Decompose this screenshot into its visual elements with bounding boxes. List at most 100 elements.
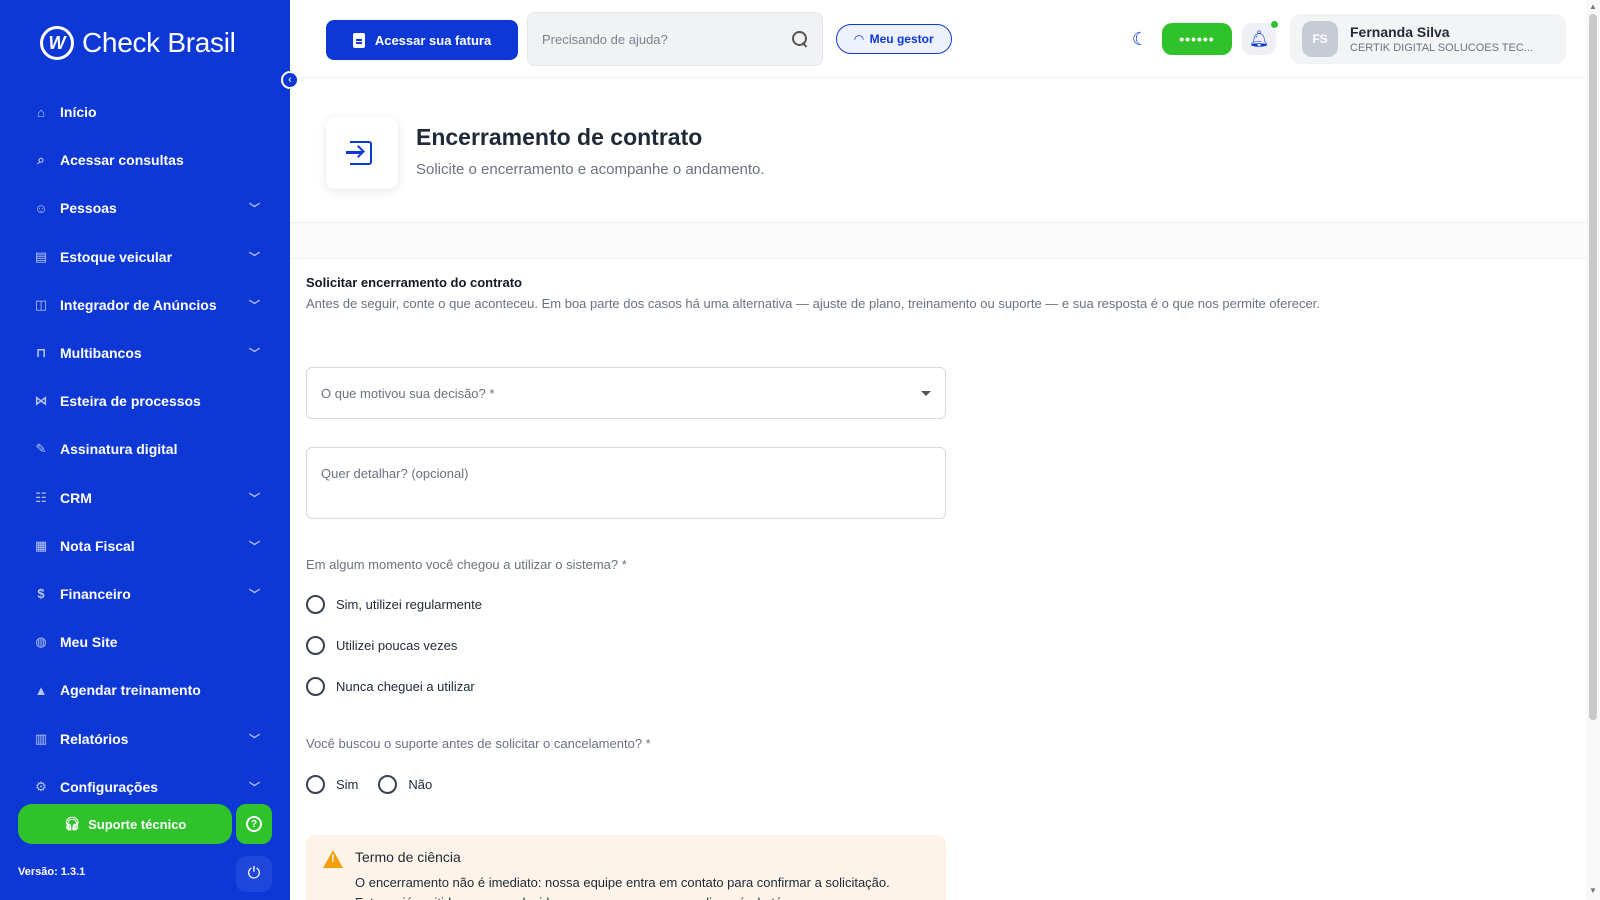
sidebar-item-multibancos[interactable]: ⊓ Multibancos ﹀: [0, 329, 290, 377]
brand-logo[interactable]: W Check Brasil: [40, 26, 236, 60]
document-icon: [352, 32, 365, 48]
radio-button[interactable]: [306, 677, 325, 696]
divider: [290, 223, 1586, 259]
radio-label: Nunca cheguei a utilizar: [336, 679, 475, 694]
scroll-up-arrow-icon[interactable]: ▲: [1589, 2, 1597, 11]
chevron-down-icon: ﹀: [249, 348, 260, 361]
sidebar-item-label: Assinatura digital: [60, 441, 178, 458]
section-title: Solicitar encerramento do contrato: [306, 275, 522, 290]
support-question: Você buscou o suporte antes de solicitar…: [306, 736, 651, 751]
usage-option-never[interactable]: Nunca cheguei a utilizar: [306, 677, 475, 696]
dark-mode-toggle[interactable]: ☾: [1130, 29, 1150, 49]
page-subtitle: Solicite o encerramento e acompanhe o an…: [416, 161, 765, 178]
radio-button[interactable]: [306, 595, 325, 614]
sidebar-item-financeiro[interactable]: $ Financeiro ﹀: [0, 570, 290, 618]
radio-button[interactable]: [378, 775, 398, 794]
gear-icon: ⚙: [35, 778, 47, 794]
chevron-down-icon: ﹀: [249, 540, 260, 553]
logout-button[interactable]: ⏻: [236, 856, 272, 892]
page-icon-box: [326, 117, 398, 189]
chevron-down-icon: ﹀: [249, 733, 260, 746]
page-scrollbar[interactable]: ▲ ▼: [1586, 0, 1600, 900]
brand-mark-icon: W: [40, 26, 74, 60]
scrollbar-thumb[interactable]: [1589, 14, 1597, 720]
help-button[interactable]: ?: [236, 804, 272, 844]
sidebar-item-inicio[interactable]: ⌂ Início: [0, 88, 290, 136]
sidebar-item-pessoas[interactable]: ☺ Pessoas ﹀: [0, 184, 290, 232]
sidebar-item-label: Configurações: [60, 778, 159, 795]
scroll-down-arrow-icon[interactable]: ▼: [1589, 886, 1597, 895]
reason-select[interactable]: O que motivou sua decisão? *: [306, 367, 946, 419]
support-option-yes[interactable]: Sim: [306, 775, 358, 794]
version-label: Versão: 1.3.1: [18, 866, 86, 878]
notice-title: Termo de ciência: [355, 849, 461, 865]
details-textarea[interactable]: [306, 447, 946, 519]
user-name: Fernanda Silva: [1350, 24, 1450, 40]
warning-icon: [323, 850, 343, 868]
sidebar-item-esteira-processos[interactable]: ⋈ Esteira de processos: [0, 377, 290, 425]
notifications-button[interactable]: 🔔︎: [1242, 21, 1278, 55]
radio-label: Sim, utilizei regularmente: [336, 597, 482, 612]
caret-down-icon: [921, 390, 931, 396]
sidebar: W Check Brasil ⌂ Início ⌕ Acessar consulta…: [0, 0, 290, 900]
support-radio-group: Sim Não: [306, 775, 452, 794]
bell-icon: 🔔︎: [1248, 31, 1270, 48]
support-option-no[interactable]: Não: [378, 775, 432, 794]
top-header: Acessar sua fatura ◠ Meu gestor ☾ ••••••…: [290, 0, 1586, 78]
headset-icon: 🎧︎: [63, 816, 81, 831]
graduation-icon: ▲: [34, 682, 48, 698]
power-icon: ⏻: [247, 865, 261, 882]
sidebar-item-meu-site[interactable]: ◍ Meu Site: [0, 618, 290, 666]
chevron-down-icon: ﹀: [249, 588, 260, 601]
sidebar-item-label: Relatórios: [60, 730, 129, 747]
sidebar-item-acessar-consultas[interactable]: ⌕ Acessar consultas: [0, 136, 290, 184]
radio-label: Não: [408, 777, 433, 792]
manager-button[interactable]: ◠ Meu gestor: [836, 24, 952, 54]
user-company: CERTIK DIGITAL SOLUCOES TEC...: [1350, 42, 1533, 54]
invoice-button-label: Acessar sua fatura: [374, 32, 492, 48]
notice-text: O encerramento não é imediato: nossa equ…: [355, 875, 890, 900]
sidebar-item-agendar-treinamento[interactable]: ▲ Agendar treinamento: [0, 666, 290, 714]
bank-icon: ⊓: [35, 345, 47, 361]
sidebar-item-label: Agendar treinamento: [60, 682, 201, 699]
home-icon: ⌂: [37, 104, 45, 120]
acknowledgement-notice: Termo de ciência O encerramento não é im…: [306, 835, 946, 900]
support-button[interactable]: 🎧︎ Suporte técnico: [18, 804, 232, 844]
radio-button[interactable]: [306, 775, 325, 794]
sidebar-item-label: Acessar consultas: [60, 152, 184, 169]
sidebar-item-label: Integrador de Anúncios: [60, 296, 217, 313]
sidebar-collapse-button[interactable]: ‹: [281, 71, 299, 89]
radio-label: Utilizei poucas vezes: [336, 638, 458, 653]
sidebar-item-label: Financeiro: [60, 585, 131, 602]
sidebar-item-assinatura-digital[interactable]: ✎ Assinatura digital: [0, 425, 290, 473]
password-pill[interactable]: ••••••: [1162, 23, 1232, 55]
reason-select-placeholder: O que motivou sua decisão? *: [321, 385, 495, 401]
sidebar-item-nota-fiscal[interactable]: ▦ Nota Fiscal ﹀: [0, 522, 290, 570]
sidebar-item-relatorios[interactable]: ▥ Relatórios ﹀: [0, 714, 290, 762]
brand-name: Check Brasil: [82, 27, 236, 58]
usage-option-regular[interactable]: Sim, utilizei regularmente: [306, 595, 482, 614]
usage-option-few[interactable]: Utilizei poucas vezes: [306, 636, 457, 655]
help-search-input[interactable]: [542, 31, 792, 47]
vehicle-icon: ▤: [34, 248, 48, 264]
support-button-label: Suporte técnico: [88, 816, 187, 832]
page-title: Encerramento de contrato: [416, 124, 703, 150]
moon-icon: ☾: [1131, 29, 1149, 49]
notification-dot: [1271, 21, 1278, 28]
user-menu[interactable]: FS Fernanda Silva CERTIK DIGITAL SOLUCOE…: [1290, 14, 1566, 64]
sidebar-nav: ⌂ Início ⌕ Acessar consultas ☺ Pessoas ﹀ ▤ Es…: [0, 88, 290, 811]
search-icon[interactable]: [792, 31, 808, 47]
section-description: Antes de seguir, conte o que aconteceu. …: [306, 296, 1320, 311]
sidebar-item-crm[interactable]: ☷ CRM ﹀: [0, 474, 290, 522]
sidebar-item-integrador-anuncios[interactable]: ◫ Integrador de Anúncios ﹀: [0, 281, 290, 329]
page-header: Encerramento de contrato Solicite o ence…: [290, 79, 1586, 223]
workflow-icon: ⋈: [34, 393, 48, 409]
signature-icon: ✎: [35, 441, 47, 457]
radio-button[interactable]: [306, 636, 325, 655]
sidebar-item-label: Esteira de processos: [60, 393, 201, 410]
sidebar-item-estoque-veicular[interactable]: ▤ Estoque veicular ﹀: [0, 233, 290, 281]
question-icon: ?: [246, 816, 262, 832]
chevron-left-icon: ‹: [288, 74, 292, 86]
invoice-button[interactable]: Acessar sua fatura: [326, 20, 518, 60]
globe-icon: ◍: [35, 634, 47, 650]
